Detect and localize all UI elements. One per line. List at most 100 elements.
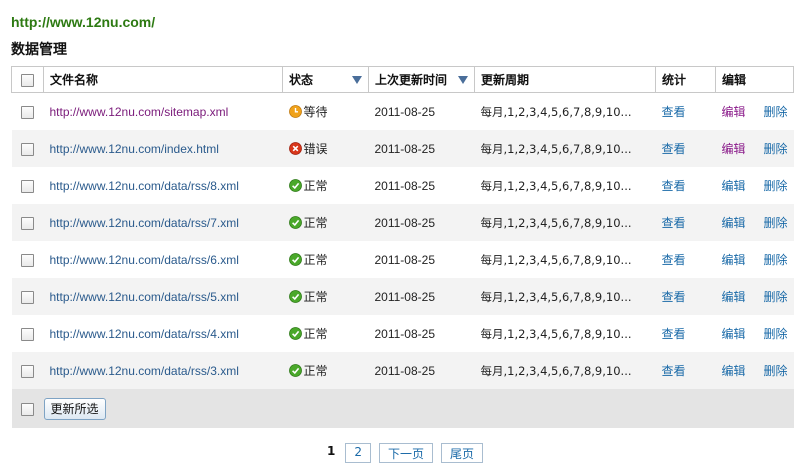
delete-link[interactable]: 删除 <box>764 105 788 119</box>
delete-link[interactable]: 删除 <box>764 327 788 341</box>
file-url-link[interactable]: http://www.12nu.com/data/rss/5.xml <box>50 290 239 304</box>
period-cell: 每月,1,2,3,4,5,6,7,8,9,10... <box>474 278 656 315</box>
edit-link[interactable]: 编辑 <box>722 290 746 304</box>
delete-link[interactable]: 删除 <box>764 290 788 304</box>
footer-select-checkbox[interactable] <box>21 403 34 416</box>
column-header-stats: 统计 <box>655 66 716 93</box>
table-header-row: 文件名称 状态 上次更新时间 更新周期 统计 编辑 <box>11 66 794 93</box>
last-update-cell: 2011-08-25 <box>368 241 475 278</box>
edit-cell: 编辑 删除 <box>715 130 794 167</box>
column-header-last-update-label: 上次更新时间 <box>375 73 448 87</box>
period-cell: 每月,1,2,3,4,5,6,7,8,9,10... <box>474 130 656 167</box>
status-cell: 正常 <box>282 315 369 352</box>
last-update-date: 2011-08-25 <box>374 178 436 193</box>
last-update-cell: 2011-08-25 <box>368 92 475 130</box>
table-row: http://www.12nu.com/sitemap.xml 等待 2011-08… <box>11 92 794 130</box>
sort-down-icon[interactable] <box>346 67 368 92</box>
last-update-cell: 2011-08-25 <box>368 352 475 390</box>
row-checkbox[interactable] <box>21 290 34 304</box>
file-url-link[interactable]: http://www.12nu.com/data/rss/3.xml <box>50 364 239 378</box>
edit-cell: 编辑 删除 <box>715 92 794 130</box>
last-update-cell: 2011-08-25 <box>368 278 475 315</box>
row-checkbox[interactable] <box>21 327 34 341</box>
table-footer-row: 更新所选 <box>11 389 794 428</box>
view-link[interactable]: 查看 <box>662 327 686 341</box>
row-checkbox[interactable] <box>21 253 34 267</box>
last-page-link[interactable]: 尾页 <box>441 443 484 463</box>
file-url-link[interactable]: http://www.12nu.com/data/rss/6.xml <box>50 253 239 267</box>
row-checkbox-cell <box>11 130 44 167</box>
file-name-cell: http://www.12nu.com/data/rss/8.xml <box>43 167 283 204</box>
file-name-cell: http://www.12nu.com/data/rss/7.xml <box>43 204 283 241</box>
row-checkbox-cell <box>11 92 44 130</box>
delete-link[interactable]: 删除 <box>764 179 788 193</box>
stats-cell: 查看 <box>655 204 716 241</box>
check-icon <box>288 363 302 377</box>
delete-link[interactable]: 删除 <box>764 142 788 156</box>
column-header-period: 更新周期 <box>474 66 656 93</box>
page-2-link[interactable]: 2 <box>345 443 371 463</box>
row-checkbox-cell <box>11 241 44 278</box>
row-checkbox-cell <box>11 278 44 315</box>
row-checkbox[interactable] <box>21 105 34 119</box>
stats-cell: 查看 <box>655 167 716 204</box>
edit-link[interactable]: 编辑 <box>722 327 746 341</box>
delete-link[interactable]: 删除 <box>764 364 788 378</box>
stats-cell: 查看 <box>655 315 716 352</box>
page-title: 数据管理 <box>11 42 67 58</box>
sort-down-icon[interactable] <box>452 67 474 92</box>
status-text: 错误 <box>303 141 328 156</box>
row-checkbox[interactable] <box>21 179 34 193</box>
edit-link[interactable]: 编辑 <box>722 105 746 119</box>
edit-cell: 编辑 删除 <box>715 241 794 278</box>
error-icon <box>288 141 302 155</box>
last-update-date: 2011-08-25 <box>374 252 436 267</box>
stats-cell: 查看 <box>655 92 716 130</box>
row-checkbox[interactable] <box>21 216 34 230</box>
edit-link[interactable]: 编辑 <box>722 253 746 267</box>
status-text: 正常 <box>303 215 328 230</box>
row-checkbox[interactable] <box>21 142 34 156</box>
view-link[interactable]: 查看 <box>662 290 686 304</box>
edit-link[interactable]: 编辑 <box>722 216 746 230</box>
column-header-last-update[interactable]: 上次更新时间 <box>368 66 475 93</box>
row-checkbox-cell <box>11 167 44 204</box>
file-url-link[interactable]: http://www.12nu.com/data/rss/8.xml <box>50 179 239 193</box>
view-link[interactable]: 查看 <box>662 142 686 156</box>
view-link[interactable]: 查看 <box>662 179 686 193</box>
select-all-checkbox[interactable] <box>21 73 34 87</box>
file-url-link[interactable]: http://www.12nu.com/sitemap.xml <box>50 105 229 119</box>
status-text: 正常 <box>303 326 328 341</box>
file-name-cell: http://www.12nu.com/data/rss/3.xml <box>43 352 283 390</box>
file-name-cell: http://www.12nu.com/index.html <box>43 130 283 167</box>
edit-link[interactable]: 编辑 <box>722 364 746 378</box>
view-link[interactable]: 查看 <box>662 216 686 230</box>
stats-cell: 查看 <box>655 278 716 315</box>
status-cell: 正常 <box>282 278 369 315</box>
update-selected-button[interactable]: 更新所选 <box>43 398 106 420</box>
update-period: 每月,1,2,3,4,5,6,7,8,9,10... <box>480 289 632 304</box>
edit-link[interactable]: 编辑 <box>722 142 746 156</box>
view-link[interactable]: 查看 <box>662 105 686 119</box>
table-row: http://www.12nu.com/index.html 错误 2011-08-… <box>11 130 794 167</box>
update-period: 每月,1,2,3,4,5,6,7,8,9,10... <box>480 104 632 119</box>
last-update-cell: 2011-08-25 <box>368 315 475 352</box>
edit-link[interactable]: 编辑 <box>722 179 746 193</box>
status-text: 正常 <box>303 252 328 267</box>
next-page-link[interactable]: 下一页 <box>379 443 434 463</box>
delete-link[interactable]: 删除 <box>764 216 788 230</box>
status-cell: 等待 <box>282 92 369 130</box>
file-url-link[interactable]: http://www.12nu.com/data/rss/4.xml <box>50 327 239 341</box>
clock-icon <box>288 104 302 118</box>
edit-cell: 编辑 删除 <box>715 278 794 315</box>
file-url-link[interactable]: http://www.12nu.com/index.html <box>50 142 219 156</box>
row-checkbox-cell <box>11 204 44 241</box>
row-checkbox[interactable] <box>21 364 34 378</box>
column-header-status[interactable]: 状态 <box>282 66 369 93</box>
view-link[interactable]: 查看 <box>662 364 686 378</box>
edit-cell: 编辑 删除 <box>715 315 794 352</box>
update-period: 每月,1,2,3,4,5,6,7,8,9,10... <box>480 326 632 341</box>
delete-link[interactable]: 删除 <box>764 253 788 267</box>
view-link[interactable]: 查看 <box>662 253 686 267</box>
file-url-link[interactable]: http://www.12nu.com/data/rss/7.xml <box>50 216 239 230</box>
